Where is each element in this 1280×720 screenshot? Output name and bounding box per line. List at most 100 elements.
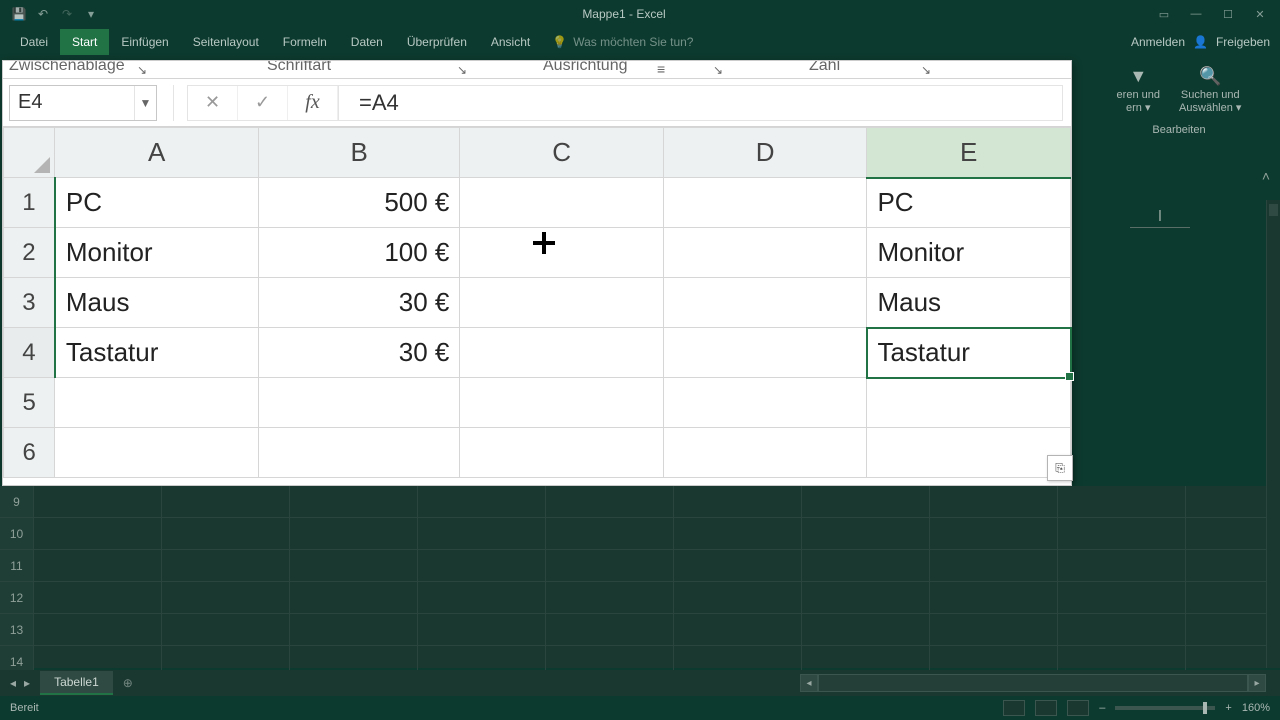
cell-A5[interactable] <box>55 378 259 428</box>
row-header-3[interactable]: 3 <box>4 278 55 328</box>
row-header-5[interactable]: 5 <box>4 378 55 428</box>
tab-start[interactable]: Start <box>60 29 109 55</box>
cell-A1[interactable]: PC <box>55 178 259 228</box>
sheet-nav-last-icon[interactable]: ▸ <box>24 676 30 690</box>
cell-D3[interactable] <box>663 278 867 328</box>
bg-cell[interactable] <box>290 582 418 613</box>
cell-C5[interactable] <box>460 378 664 428</box>
bg-cell[interactable] <box>418 550 546 581</box>
bg-cell[interactable] <box>674 550 802 581</box>
bg-cell[interactable] <box>546 486 674 517</box>
dialog-launcher-icon[interactable]: ↘ <box>457 63 467 77</box>
bg-cell[interactable] <box>930 486 1058 517</box>
bg-cell[interactable] <box>546 518 674 549</box>
bg-row-header[interactable]: 10 <box>0 518 34 549</box>
background-grid[interactable]: 91011121314 <box>0 486 1266 668</box>
cell-B3[interactable]: 30 € <box>258 278 459 328</box>
view-normal-icon[interactable] <box>1003 700 1025 716</box>
autofill-options-button[interactable]: ⎘ <box>1047 455 1073 481</box>
bg-row-header[interactable]: 12 <box>0 582 34 613</box>
cell-B1[interactable]: 500 € <box>258 178 459 228</box>
collapse-ribbon-icon[interactable]: ˄ <box>1262 168 1270 184</box>
ribbon-display-icon[interactable]: ▭ <box>1150 4 1178 24</box>
bg-cell[interactable] <box>930 582 1058 613</box>
cell-D6[interactable] <box>663 428 867 478</box>
cell-E3[interactable]: Maus <box>867 278 1071 328</box>
bg-row[interactable]: 9 <box>0 486 1266 518</box>
cell-C6[interactable] <box>460 428 664 478</box>
col-header-D[interactable]: D <box>663 128 867 178</box>
sheet-tab-tabelle1[interactable]: Tabelle1 <box>40 671 113 695</box>
bg-cell[interactable] <box>162 486 290 517</box>
view-page-layout-icon[interactable] <box>1035 700 1057 716</box>
bg-cell[interactable] <box>418 518 546 549</box>
worksheet-grid[interactable]: A B C D E 1 PC 500 € PC 2 Monitor 100 € <box>3 127 1071 485</box>
bg-cell[interactable] <box>674 518 802 549</box>
bg-cell[interactable] <box>34 486 162 517</box>
cell-E4[interactable]: Tastatur <box>867 328 1071 378</box>
col-header-C[interactable]: C <box>460 128 664 178</box>
tab-formeln[interactable]: Formeln <box>271 29 339 55</box>
bg-cell[interactable] <box>930 614 1058 645</box>
name-box-dropdown-icon[interactable]: ▼ <box>134 86 156 120</box>
bg-cell[interactable] <box>418 582 546 613</box>
zoom-level[interactable]: 160% <box>1242 702 1270 714</box>
bg-cell[interactable] <box>802 614 930 645</box>
bg-cell[interactable] <box>802 518 930 549</box>
cell-E1[interactable]: PC <box>867 178 1071 228</box>
bg-cell[interactable] <box>930 550 1058 581</box>
cell-E2[interactable]: Monitor <box>867 228 1071 278</box>
cell-A6[interactable] <box>55 428 259 478</box>
cell-B6[interactable] <box>258 428 459 478</box>
bg-cell[interactable] <box>1058 582 1186 613</box>
qat-dropdown-icon[interactable]: ▾ <box>84 7 98 21</box>
enter-formula-icon[interactable]: ✓ <box>238 86 288 120</box>
bg-row[interactable]: 12 <box>0 582 1266 614</box>
minimize-icon[interactable]: — <box>1182 4 1210 24</box>
tell-me-search[interactable]: 💡 Was möchten Sie tun? <box>542 35 693 49</box>
bg-row-header[interactable]: 13 <box>0 614 34 645</box>
row-header-4[interactable]: 4 <box>4 328 55 378</box>
bg-cell[interactable] <box>162 550 290 581</box>
bg-cell[interactable] <box>290 518 418 549</box>
bg-cell[interactable] <box>34 518 162 549</box>
cell-D5[interactable] <box>663 378 867 428</box>
bg-row-header[interactable]: 11 <box>0 550 34 581</box>
cell-D2[interactable] <box>663 228 867 278</box>
save-icon[interactable]: 💾 <box>12 7 26 21</box>
bg-cell[interactable] <box>674 614 802 645</box>
col-header-E[interactable]: E <box>867 128 1071 178</box>
bg-cell[interactable] <box>34 582 162 613</box>
dialog-launcher-icon[interactable]: ↘ <box>137 63 147 77</box>
bg-cell[interactable] <box>546 582 674 613</box>
bg-cell[interactable] <box>546 550 674 581</box>
share-button[interactable]: Freigeben <box>1216 35 1270 49</box>
find-select-icon[interactable]: 🔍 <box>1179 66 1241 87</box>
sort-filter-icon[interactable]: ▼ <box>1117 66 1160 87</box>
cell-E6[interactable] <box>867 428 1071 478</box>
col-header-B[interactable]: B <box>258 128 459 178</box>
cell-C2[interactable] <box>460 228 664 278</box>
bg-cell[interactable] <box>802 550 930 581</box>
cell-C4[interactable] <box>460 328 664 378</box>
row-header-2[interactable]: 2 <box>4 228 55 278</box>
bg-cell[interactable] <box>162 614 290 645</box>
cell-A3[interactable]: Maus <box>55 278 259 328</box>
bg-cell[interactable] <box>290 614 418 645</box>
bg-cell[interactable] <box>162 582 290 613</box>
bg-cell[interactable] <box>162 518 290 549</box>
wrap-text-icon[interactable]: ≡ <box>657 61 665 77</box>
cell-A4[interactable]: Tastatur <box>55 328 259 378</box>
horizontal-scrollbar[interactable] <box>818 674 1248 692</box>
tab-seitenlayout[interactable]: Seitenlayout <box>181 29 271 55</box>
vertical-scrollbar[interactable] <box>1266 200 1280 668</box>
hscroll-right-icon[interactable]: ▸ <box>1248 674 1266 692</box>
tab-ansicht[interactable]: Ansicht <box>479 29 542 55</box>
bg-cell[interactable] <box>802 486 930 517</box>
zoom-slider[interactable] <box>1115 706 1215 710</box>
cell-B2[interactable]: 100 € <box>258 228 459 278</box>
tab-daten[interactable]: Daten <box>339 29 395 55</box>
maximize-icon[interactable]: ☐ <box>1214 4 1242 24</box>
close-icon[interactable]: ✕ <box>1246 4 1274 24</box>
cell-D4[interactable] <box>663 328 867 378</box>
